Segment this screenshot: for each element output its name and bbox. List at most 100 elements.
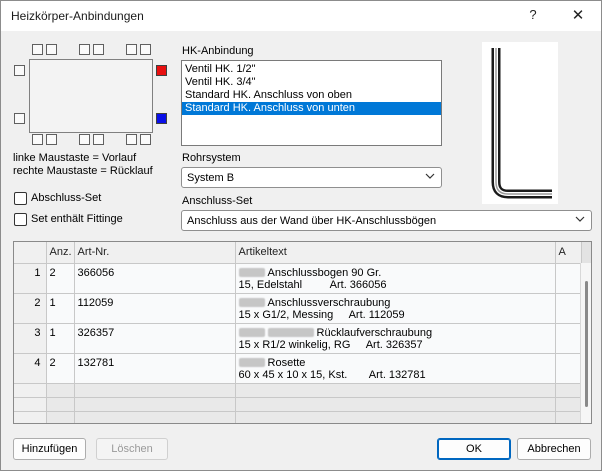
table-row[interactable]: 1 2 366056 Anschlussbogen 90 Gr. 15, Ede… <box>14 263 582 294</box>
title-bar: Heizkörper-Anbindungen ? ✕ <box>1 1 601 31</box>
anschluss-set-value: Anschluss aus der Wand über HK-Anschluss… <box>187 215 437 227</box>
rohrsystem-value: System B <box>187 172 235 184</box>
pipe-elbow-icon <box>491 48 552 199</box>
cell-artnr[interactable]: 326357 <box>74 323 236 354</box>
row-number: 4 <box>14 353 47 384</box>
article-number: Art. 326357 <box>365 338 423 351</box>
list-item[interactable]: Ventil HK. 3/4" <box>182 76 441 89</box>
connection-port-top-2[interactable] <box>46 44 57 55</box>
article-line2: 60 x 45 x 10 x 15, Kst. <box>238 368 348 381</box>
rohrsystem-label: Rohrsystem <box>182 152 241 164</box>
ok-button[interactable]: OK <box>437 438 511 460</box>
redacted-brand <box>238 267 265 277</box>
cell-a[interactable] <box>555 263 582 294</box>
table-scrollbar[interactable] <box>580 263 591 423</box>
connection-port-top-1[interactable] <box>32 44 43 55</box>
row-number: 3 <box>14 323 47 354</box>
abschluss-set-label: Abschluss-Set <box>31 192 102 204</box>
article-line1: Rücklaufverschraubung <box>316 326 433 339</box>
cell-a[interactable] <box>555 353 582 384</box>
hk-anbindung-label: HK-Anbindung <box>182 45 254 57</box>
cell-a[interactable] <box>555 323 582 354</box>
cell-artnr[interactable]: 366056 <box>74 263 236 294</box>
connection-port-bottom-3[interactable] <box>79 134 90 145</box>
set-fittings-checkbox[interactable] <box>14 213 27 226</box>
connection-port-bottom-1[interactable] <box>32 134 43 145</box>
col-header-num <box>14 242 47 264</box>
dialog-window: Heizkörper-Anbindungen ? ✕ linke Maustas… <box>0 0 602 471</box>
cancel-button[interactable]: Abbrechen <box>517 438 591 460</box>
article-line2: 15, Edelstahl <box>238 278 303 291</box>
hint-left-mouse: linke Maustaste = Vorlauf <box>13 152 137 164</box>
cell-anz[interactable]: 1 <box>46 323 75 354</box>
article-table: Anz. Art-Nr. Artikeltext A 1 2 366056 An… <box>13 241 592 424</box>
connection-port-top-4[interactable] <box>93 44 104 55</box>
redacted-brand <box>238 357 265 367</box>
list-item[interactable]: Ventil HK. 1/2" <box>182 63 441 76</box>
list-item[interactable]: Standard HK. Anschluss von oben <box>182 89 441 102</box>
redacted-brand <box>267 327 314 337</box>
article-line2: 15 x R1/2 winkelig, RG <box>238 338 351 351</box>
cell-artnr[interactable]: 112059 <box>74 293 236 324</box>
article-number: Art. 112059 <box>348 308 405 321</box>
chevron-down-icon <box>575 216 585 222</box>
table-row-empty[interactable] <box>14 383 582 398</box>
col-header-a[interactable]: A <box>555 242 582 264</box>
connection-port-top-6[interactable] <box>140 44 151 55</box>
connection-port-top-5[interactable] <box>126 44 137 55</box>
cell-artikeltext[interactable]: Rücklaufverschraubung 15 x R1/2 winkelig… <box>235 323 556 354</box>
article-number: Art. 366056 <box>329 278 387 291</box>
article-line1: Anschlussbogen 90 Gr. <box>267 266 382 279</box>
cell-artikeltext[interactable]: Anschlussverschraubung 15 x G1/2, Messin… <box>235 293 556 324</box>
radiator-body <box>29 59 153 133</box>
connection-port-left-top[interactable] <box>14 65 25 76</box>
connection-port-bottom-4[interactable] <box>93 134 104 145</box>
row-number: 2 <box>14 293 47 324</box>
redacted-brand <box>238 297 265 307</box>
col-header-artnr[interactable]: Art-Nr. <box>74 242 236 264</box>
scrollbar-thumb[interactable] <box>585 281 588 407</box>
table-row[interactable]: 3 1 326357 Rücklaufverschraubung 15 x R1… <box>14 323 582 354</box>
article-line1: Rosette <box>267 356 306 369</box>
connection-port-bottom-5[interactable] <box>126 134 137 145</box>
connection-port-supply[interactable] <box>156 65 167 76</box>
table-row-empty[interactable] <box>14 411 582 423</box>
connection-port-return[interactable] <box>156 113 167 124</box>
pipe-preview-image <box>482 42 558 204</box>
cell-a[interactable] <box>555 293 582 324</box>
connection-port-bottom-6[interactable] <box>140 134 151 145</box>
table-row[interactable]: 4 2 132781 Rosette 60 x 45 x 10 x 15, Ks… <box>14 353 582 384</box>
delete-button[interactable]: Löschen <box>96 438 168 460</box>
abschluss-set-checkbox[interactable] <box>14 192 27 205</box>
add-button[interactable]: Hinzufügen <box>13 438 86 460</box>
close-icon[interactable]: ✕ <box>567 6 589 24</box>
cell-anz[interactable]: 1 <box>46 293 75 324</box>
cell-artikeltext[interactable]: Anschlussbogen 90 Gr. 15, Edelstahl Art.… <box>235 263 556 294</box>
cell-anz[interactable]: 2 <box>46 263 75 294</box>
table-row-empty[interactable] <box>14 397 582 412</box>
rohrsystem-select[interactable]: System B <box>181 167 442 188</box>
list-item-selected[interactable]: Standard HK. Anschluss von unten <box>182 102 441 115</box>
connection-port-left-bottom[interactable] <box>14 113 25 124</box>
article-line1: Anschlussverschraubung <box>267 296 391 309</box>
set-fittings-label: Set enthält Fittinge <box>31 213 123 225</box>
article-line2: 15 x G1/2, Messing <box>238 308 334 321</box>
connection-port-top-3[interactable] <box>79 44 90 55</box>
table-row[interactable]: 2 1 112059 Anschlussverschraubung 15 x G… <box>14 293 582 324</box>
table-header-row: Anz. Art-Nr. Artikeltext A <box>14 242 582 264</box>
col-header-artikeltext[interactable]: Artikeltext <box>235 242 556 264</box>
hk-anbindung-list[interactable]: Ventil HK. 1/2" Ventil HK. 3/4" Standard… <box>181 60 442 146</box>
article-number: Art. 132781 <box>368 368 426 381</box>
col-header-anz[interactable]: Anz. <box>46 242 75 264</box>
cell-artnr[interactable]: 132781 <box>74 353 236 384</box>
window-title: Heizkörper-Anbindungen <box>11 9 144 23</box>
anschluss-set-label: Anschluss-Set <box>182 195 253 207</box>
chevron-down-icon <box>425 173 435 179</box>
hint-right-mouse: rechte Maustaste = Rücklauf <box>13 165 153 177</box>
help-icon[interactable]: ? <box>523 7 543 22</box>
cell-artikeltext[interactable]: Rosette 60 x 45 x 10 x 15, Kst. Art. 132… <box>235 353 556 384</box>
anschluss-set-select[interactable]: Anschluss aus der Wand über HK-Anschluss… <box>181 210 592 231</box>
redacted-brand <box>238 327 265 337</box>
connection-port-bottom-2[interactable] <box>46 134 57 145</box>
cell-anz[interactable]: 2 <box>46 353 75 384</box>
